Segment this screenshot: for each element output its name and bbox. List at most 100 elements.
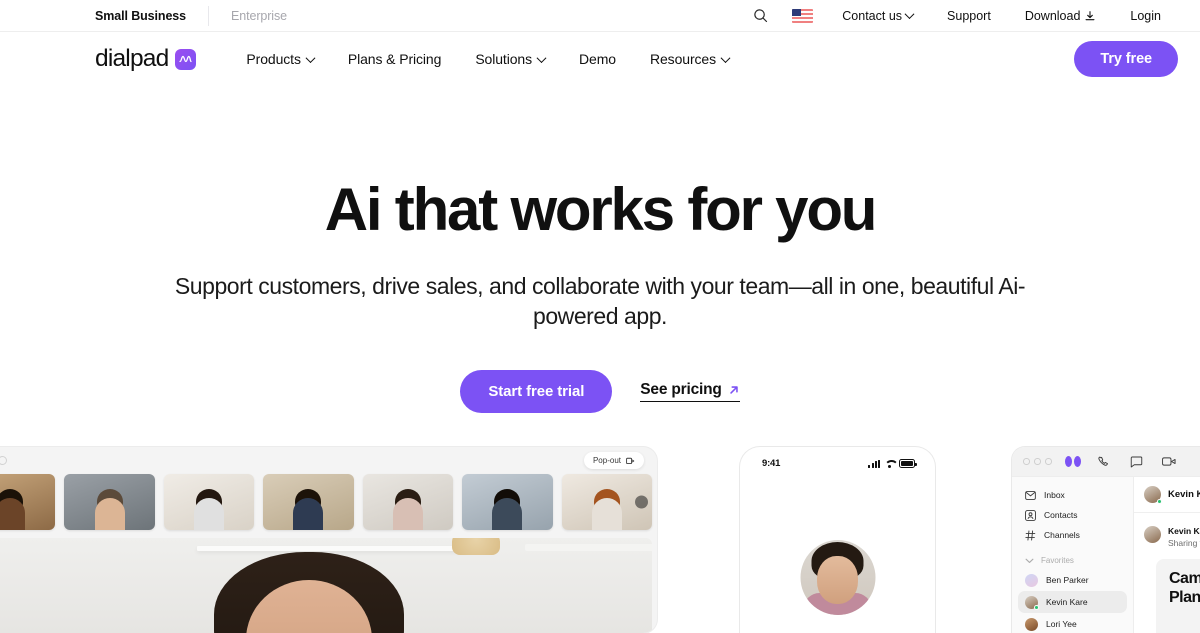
participant-tile[interactable]: [263, 474, 354, 530]
phone-icon[interactable]: [1096, 455, 1111, 469]
tile-person: [94, 498, 125, 530]
nav-item-resources[interactable]: Resources: [633, 51, 746, 67]
online-status-badge: [1157, 499, 1162, 504]
audience-tab-small-business[interactable]: Small Business: [95, 9, 208, 23]
avatar-face: [817, 556, 858, 604]
utility-link-label: Contact us: [842, 8, 903, 23]
utility-link-support[interactable]: Support: [930, 9, 1008, 23]
chevron-down-icon: [1025, 558, 1034, 563]
nav-item-label: Resources: [649, 51, 716, 67]
desktop-app-mockup: Inbox Contacts Channels Favorites Ben Pa…: [1012, 447, 1200, 633]
video-call-toolbar: Pop-out: [0, 447, 657, 474]
utility-link-label: Login: [1130, 8, 1161, 23]
shared-document-card[interactable]: Camp Plann: [1156, 559, 1200, 633]
hash-icon: [1025, 529, 1036, 541]
sidebar-item-label: Channels: [1044, 530, 1080, 540]
flag-graphic: [792, 8, 814, 23]
cellular-bars-icon: [868, 459, 880, 468]
window-controls[interactable]: [1023, 458, 1052, 465]
nav-item-plans-pricing[interactable]: Plans & Pricing: [331, 51, 458, 67]
utility-link-contact-us[interactable]: Contact us: [825, 9, 930, 23]
window-control-dot: [0, 456, 7, 465]
utility-link-label: Download: [1024, 8, 1081, 23]
video-icon[interactable]: [1162, 455, 1177, 469]
online-status-badge: [1034, 604, 1039, 610]
ai-wave-icon: [175, 48, 197, 70]
avatar-image: [1025, 573, 1038, 587]
avatar: [1025, 573, 1038, 587]
logo-wordmark: dialpad: [95, 44, 169, 72]
sidebar-item-lori-yee[interactable]: Lori Yee: [1018, 613, 1127, 633]
tile-person: [293, 498, 324, 530]
avatar-image: [1144, 526, 1161, 543]
try-free-button[interactable]: Try free: [1074, 40, 1178, 78]
avatar: [1025, 595, 1039, 610]
message-icon[interactable]: [1129, 455, 1144, 469]
nav-links: Products Plans & Pricing Solutions Demo …: [246, 51, 746, 67]
sidebar-item-contacts[interactable]: Contacts: [1018, 505, 1127, 525]
chevron-down-icon: [536, 52, 547, 63]
search-icon[interactable]: [741, 8, 780, 23]
app-sidebar: Inbox Contacts Channels Favorites Ben Pa…: [1012, 477, 1134, 633]
see-pricing-link[interactable]: See pricing: [640, 381, 740, 403]
arrow-up-right-icon: [729, 386, 738, 394]
popout-icon: [626, 457, 635, 464]
pop-out-button[interactable]: Pop-out: [583, 452, 644, 469]
phone-status-time: 9:41: [762, 458, 781, 469]
favorites-section-header[interactable]: Favorites: [1018, 552, 1127, 569]
nav-item-solutions[interactable]: Solutions: [458, 51, 562, 67]
chevron-down-icon: [904, 9, 915, 20]
audience-tab-enterprise[interactable]: Enterprise: [209, 9, 287, 23]
tile-person: [591, 498, 622, 530]
sidebar-item-ben-parker[interactable]: Ben Parker: [1018, 569, 1127, 591]
conversation-title: Kevin Kare: [1168, 489, 1200, 500]
tile-person: [0, 498, 26, 530]
participant-tile[interactable]: [561, 474, 652, 530]
us-flag-icon[interactable]: [780, 8, 825, 23]
utility-link-login[interactable]: Login: [1113, 9, 1178, 23]
participant-tile[interactable]: [362, 474, 454, 530]
sidebar-item-label: Lori Yee: [1046, 619, 1077, 629]
app-conversation-panel: Kevin Kare Kevin Kare Sharing the Camp P…: [1134, 477, 1200, 633]
next-participants-button[interactable]: [634, 495, 648, 509]
tile-person: [492, 498, 523, 530]
chevron-down-icon: [305, 52, 316, 63]
conversation-header: Kevin Kare: [1134, 477, 1200, 513]
avatar: [1144, 526, 1161, 543]
participant-tile[interactable]: [462, 474, 553, 530]
utility-link-download[interactable]: Download: [1008, 9, 1114, 23]
page-title: Ai that works for you: [324, 176, 878, 243]
dialpad-logo[interactable]: dialpad: [95, 44, 197, 72]
start-free-trial-button[interactable]: Start free trial: [460, 370, 613, 414]
participant-tile[interactable]: [163, 474, 255, 530]
nav-item-products[interactable]: Products: [246, 51, 330, 67]
nav-item-label: Demo: [579, 51, 616, 67]
inbox-icon: [1025, 490, 1036, 501]
nav-item-label: Products: [246, 51, 301, 67]
utility-bar: Small Business Enterprise Contact us Sup…: [0, 0, 1200, 32]
chevron-down-icon: [720, 52, 731, 63]
contacts-icon: [1025, 509, 1036, 521]
audience-switcher: Small Business Enterprise: [95, 0, 287, 32]
avatar: [1025, 617, 1038, 631]
product-mockups: Pop-out 9:41 Inbox Contacts Channels Fav…: [0, 447, 1200, 633]
nav-item-label: Plans & Pricing: [347, 51, 442, 67]
pop-out-label: Pop-out: [592, 456, 621, 465]
sidebar-item-label: Kevin Kare: [1046, 597, 1088, 607]
hero-section: Ai that works for you Support customers,…: [0, 86, 1200, 414]
tile-person: [194, 498, 225, 530]
avatar: [1144, 486, 1162, 504]
sidebar-item-channels[interactable]: Channels: [1018, 525, 1127, 545]
sidebar-item-kevin-kare[interactable]: Kevin Kare: [1018, 591, 1127, 613]
phone-status-bar: 9:41: [740, 447, 935, 469]
dialpad-mark-icon: [1064, 456, 1081, 467]
sidebar-item-inbox[interactable]: Inbox: [1018, 485, 1127, 505]
message-item: Kevin Kare Sharing the: [1134, 513, 1200, 548]
participant-tile[interactable]: [64, 474, 155, 530]
message-author: Kevin Kare: [1168, 526, 1200, 536]
nav-item-demo[interactable]: Demo: [562, 51, 633, 67]
sidebar-item-label: Contacts: [1044, 510, 1078, 520]
active-speaker-video: [0, 538, 652, 633]
favorites-label: Favorites: [1041, 556, 1074, 565]
participant-tile[interactable]: [0, 474, 56, 530]
